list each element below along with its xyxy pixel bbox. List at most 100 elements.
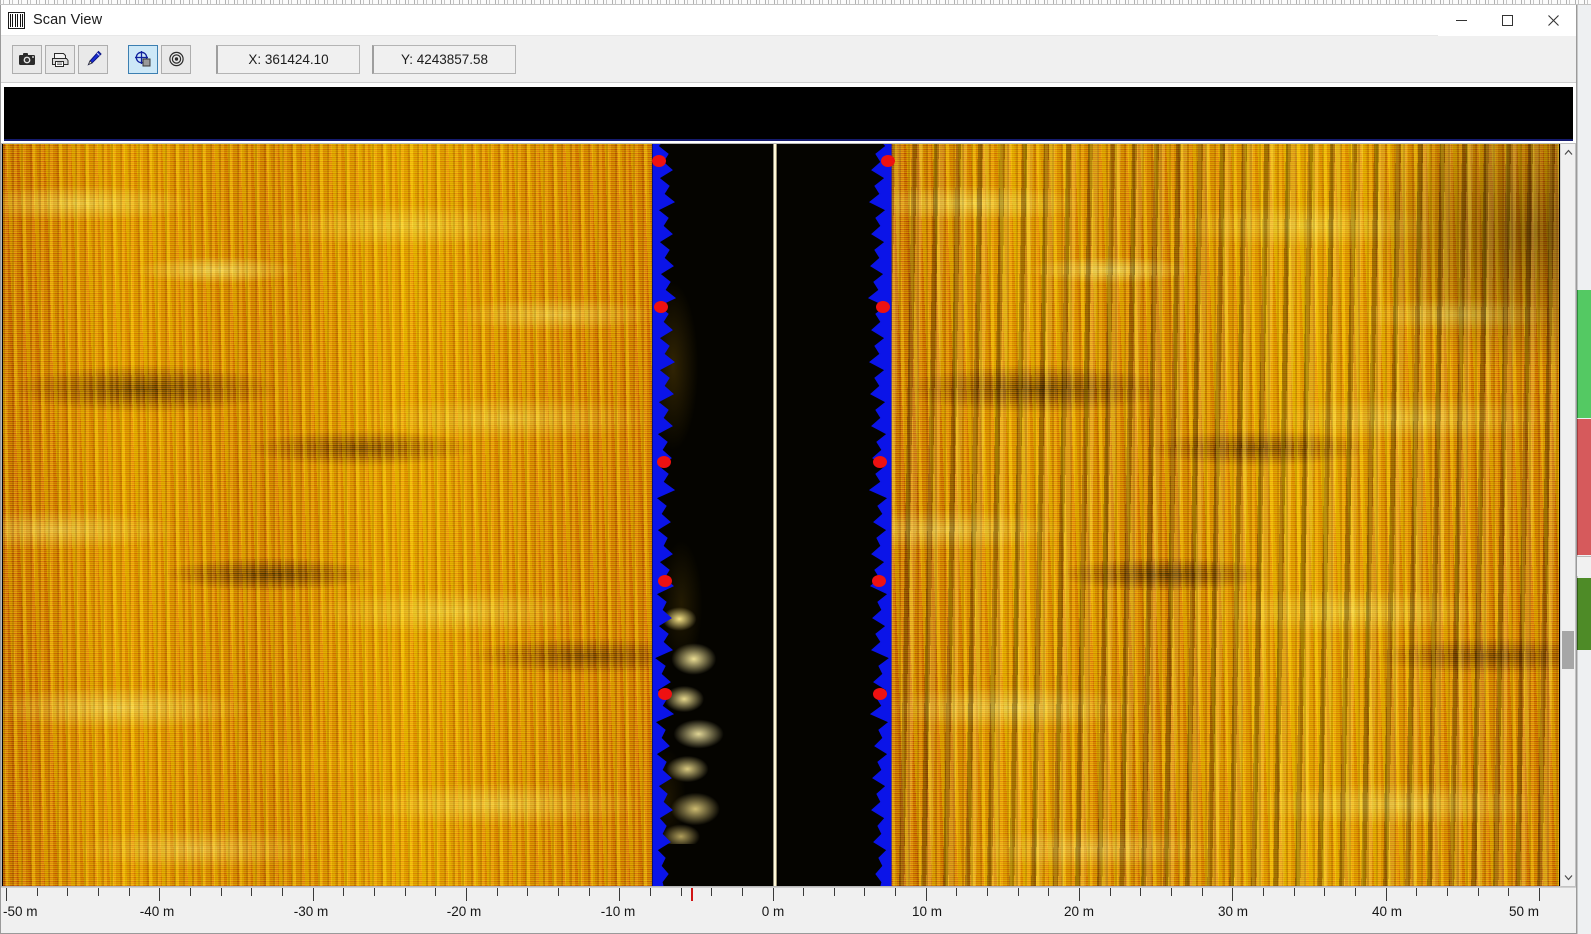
ruler-label: 40 m [1372, 904, 1402, 919]
ruler-red-marker [691, 888, 693, 901]
ruler-tick-minor [834, 888, 835, 896]
minimize-icon [1455, 14, 1468, 27]
ruler-tick-minor [895, 888, 896, 896]
header-black-band [4, 87, 1573, 141]
ruler-tick-minor [1171, 888, 1172, 896]
window-title: Scan View [33, 12, 102, 28]
ruler-tick-minor [1202, 888, 1203, 896]
ruler-label: -40 m [140, 904, 175, 919]
ruler-tick-minor [98, 888, 99, 896]
background-status-bar-dark-green [1577, 578, 1591, 650]
ruler-tick-minor [956, 888, 957, 896]
scrollbar-track[interactable] [1561, 161, 1575, 869]
ruler-tick-major [159, 888, 160, 901]
ruler-tick-minor [987, 888, 988, 896]
vertical-scrollbar[interactable] [1560, 143, 1576, 887]
minimize-button[interactable] [1438, 5, 1484, 36]
ruler-tick-minor [343, 888, 344, 896]
target-tool-button[interactable] [161, 45, 191, 74]
print-button[interactable] [45, 45, 75, 74]
ruler-tick-minor [742, 888, 743, 896]
ruler-label: -30 m [294, 904, 329, 919]
chevron-down-icon [1564, 874, 1573, 881]
ruler-tick-major [1386, 888, 1387, 901]
ruler-tick-minor [435, 888, 436, 896]
water-column-port [652, 144, 774, 886]
ruler-tick-minor [37, 888, 38, 896]
chevron-up-icon [1564, 149, 1573, 156]
ruler-label: -50 m [3, 904, 38, 919]
title-bar: Scan View [1, 5, 1576, 36]
ruler-tick-minor [282, 888, 283, 896]
ruler-tick-minor [374, 888, 375, 896]
ruler-tick-minor [650, 888, 651, 896]
pen-icon [84, 50, 103, 68]
camera-icon [18, 51, 37, 67]
ruler-label: -20 m [447, 904, 482, 919]
pan-tool-button[interactable] [128, 45, 158, 74]
window-controls [1438, 5, 1576, 36]
nadir-centerline [773, 144, 777, 886]
ruler-tick-minor [1110, 888, 1111, 896]
ruler-tick-minor [1478, 888, 1479, 896]
ruler-tick-major [1079, 888, 1080, 901]
across-track-ruler[interactable]: -50 m -40 m -30 m -20 m -10 m 0 m 10 m 20 m 30 m… [1, 887, 1576, 933]
ruler-tick-minor [803, 888, 804, 896]
ruler-tick-major [926, 888, 927, 901]
sonar-waterfall-viewport[interactable] [1, 143, 1560, 887]
ruler-tick-minor [681, 888, 682, 896]
printer-icon [50, 51, 70, 68]
ruler-label: 50 m [1509, 904, 1539, 919]
ruler-tick-major [1232, 888, 1233, 901]
ruler-tick-minor [190, 888, 191, 896]
ruler-label: 10 m [912, 904, 942, 919]
background-status-bar-divider [1577, 556, 1591, 576]
maximize-button[interactable] [1484, 5, 1530, 36]
snapshot-button[interactable] [12, 45, 42, 74]
toolbar: X: 361424.10 Y: 4243857.58 [1, 36, 1576, 83]
ruler-label: 0 m [762, 904, 785, 919]
ruler-tick-minor [1416, 888, 1417, 896]
ruler-tick-minor [1324, 888, 1325, 896]
annotate-button[interactable] [78, 45, 108, 74]
seabed-port-channel [3, 144, 653, 886]
header-band-container [1, 83, 1576, 143]
sonar-waterfall-image[interactable] [2, 144, 1560, 886]
water-column-starboard [778, 144, 890, 886]
scroll-up-button[interactable] [1561, 144, 1575, 161]
ruler-label: -10 m [601, 904, 636, 919]
ruler-tick-minor [1508, 888, 1509, 896]
ruler-tick-minor [589, 888, 590, 896]
ruler-tick-minor [1048, 888, 1049, 896]
ruler-tick-minor [405, 888, 406, 896]
ruler-tick-minor [251, 888, 252, 896]
ruler-tick-minor [67, 888, 68, 896]
ruler-tick-minor [221, 888, 222, 896]
scan-view-window: Scan View [0, 5, 1577, 934]
ruler-label: 20 m [1064, 904, 1094, 919]
ruler-tick-major [773, 888, 774, 901]
target-icon [167, 50, 186, 68]
maximize-icon [1501, 14, 1514, 27]
close-icon [1547, 14, 1560, 27]
scan-area [1, 143, 1576, 887]
ruler-tick-minor [1355, 888, 1356, 896]
ruler-label: 30 m [1218, 904, 1248, 919]
close-button[interactable] [1530, 5, 1576, 36]
ruler-tick-minor [527, 888, 528, 896]
seabed-starboard-channel [890, 144, 1559, 886]
ruler-tick-minor [1447, 888, 1448, 896]
coordinate-y-display: Y: 4243857.58 [372, 45, 516, 74]
scrollbar-thumb[interactable] [1562, 631, 1574, 669]
ruler-tick-minor [1294, 888, 1295, 896]
background-status-bar-red [1577, 419, 1591, 555]
ruler-tick-major [466, 888, 467, 901]
coordinate-x-display: X: 361424.10 [216, 45, 360, 74]
ruler-tick-minor [1263, 888, 1264, 896]
ruler-tick-minor [497, 888, 498, 896]
ruler-tick-minor [711, 888, 712, 896]
scroll-down-button[interactable] [1561, 869, 1575, 886]
background-status-bar-green [1577, 290, 1591, 418]
ruler-tick-minor [1140, 888, 1141, 896]
ruler-tick-minor [864, 888, 865, 896]
